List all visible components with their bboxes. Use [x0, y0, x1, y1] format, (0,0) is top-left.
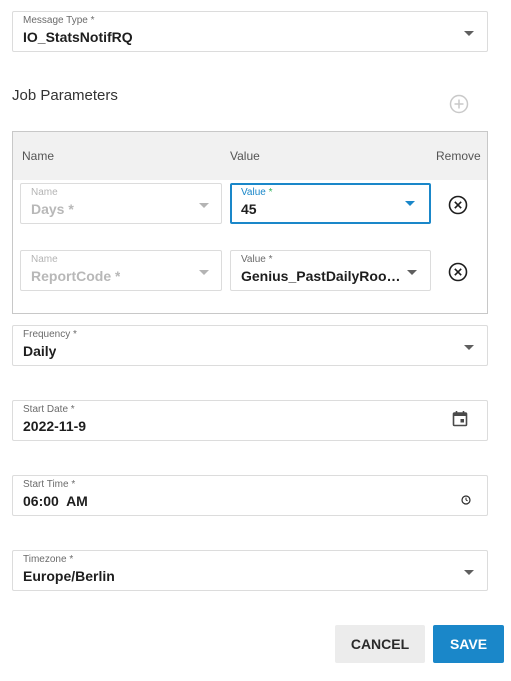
frequency-value: Daily [23, 343, 57, 359]
save-button[interactable]: SAVE [433, 625, 504, 663]
param-value-label: Value * [241, 254, 273, 265]
timezone-label: Timezone * [23, 554, 74, 565]
start-date-value: 2022-11-9 [23, 418, 87, 434]
chevron-down-icon [464, 31, 474, 36]
cancel-button[interactable]: CANCEL [335, 625, 425, 663]
param-name-field: Name Days * [20, 183, 222, 224]
job-parameters-table: Name Value Remove Name Days * Value * 45… [12, 131, 488, 314]
chevron-down-icon [407, 270, 417, 275]
timezone-value: Europe/Berlin [23, 568, 115, 584]
start-time-label: Start Time * [23, 479, 76, 490]
param-name-label: Name [31, 187, 58, 198]
param-name-value: ReportCode * [31, 268, 121, 284]
start-date-field[interactable]: Start Date * 2022-11-9 [12, 400, 488, 441]
start-time-value: 06:00 AM [23, 493, 88, 509]
column-header-remove: Remove [436, 149, 481, 163]
param-value-select[interactable]: Value * 45 [230, 183, 431, 224]
param-name-label: Name [31, 254, 58, 265]
column-header-value: Value [230, 149, 260, 163]
close-circle-icon[interactable] [448, 195, 468, 215]
frequency-label: Frequency * [23, 329, 77, 340]
chevron-down-icon [464, 345, 474, 350]
param-name-value: Days * [31, 201, 74, 217]
calendar-icon[interactable] [452, 410, 468, 427]
start-date-label: Start Date * [23, 404, 75, 415]
chevron-down-icon [464, 570, 474, 575]
timezone-select[interactable]: Timezone * Europe/Berlin [12, 550, 488, 591]
message-type-select[interactable]: Message Type * IO_StatsNotifRQ [12, 11, 488, 52]
plus-circle-icon[interactable] [449, 94, 469, 114]
chevron-down-icon [199, 270, 209, 275]
param-name-field: Name ReportCode * [20, 250, 222, 291]
job-form: Message Type * IO_StatsNotifRQ Job Param… [0, 0, 511, 681]
param-value-value: 45 [241, 201, 257, 217]
frequency-select[interactable]: Frequency * Daily [12, 325, 488, 366]
table-header: Name Value Remove [13, 132, 487, 180]
job-parameters-title: Job Parameters [12, 87, 118, 104]
close-circle-icon[interactable] [448, 262, 468, 282]
required-star: * [268, 187, 273, 198]
chevron-down-icon [405, 201, 415, 206]
message-type-value: IO_StatsNotifRQ [23, 29, 133, 45]
chevron-down-icon [199, 203, 209, 208]
param-value-label: Value * [241, 187, 273, 198]
start-time-field[interactable]: Start Time * 06:00 AM [12, 475, 488, 516]
column-header-name: Name [22, 149, 55, 163]
clock-icon[interactable] [461, 495, 471, 505]
param-value-select[interactable]: Value * Genius_PastDailyRoom... [230, 250, 431, 291]
message-type-label: Message Type * [23, 15, 95, 26]
param-value-value: Genius_PastDailyRoom... [241, 268, 401, 284]
